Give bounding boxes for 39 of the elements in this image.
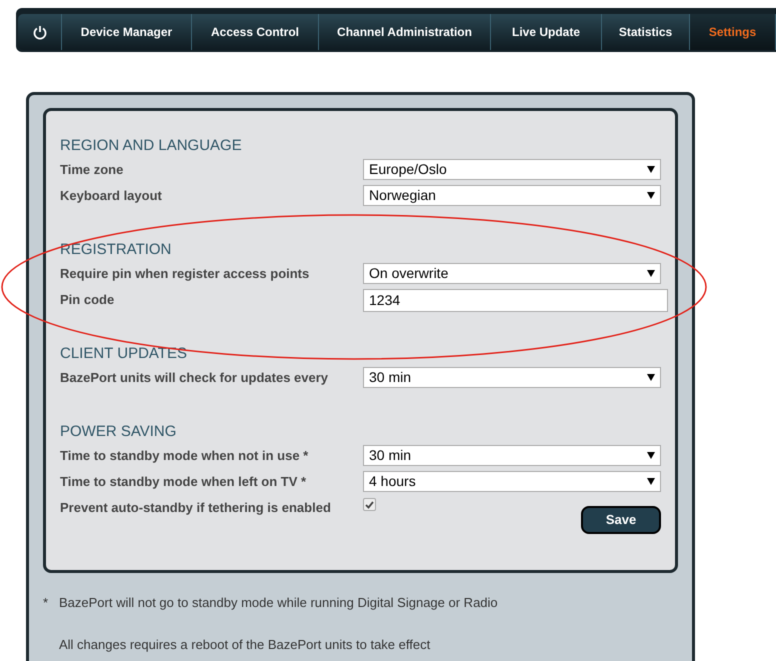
section-heading: REGISTRATION: [60, 240, 172, 260]
power-button[interactable]: [18, 14, 62, 50]
nav-tab[interactable]: Live Update: [491, 14, 602, 50]
caret-icon: [647, 270, 655, 277]
save-button[interactable]: Save: [581, 506, 661, 534]
field-label: Pin code: [60, 290, 116, 309]
nav-tab[interactable]: Settings: [690, 14, 776, 50]
dropdown[interactable]: Europe/Oslo: [363, 159, 661, 180]
field-label: Time zone: [60, 160, 124, 179]
nav-tab[interactable]: Statistics: [602, 14, 690, 50]
field-label: Keyboard layout: [60, 186, 163, 205]
footnote-text: BazePort will not go to standby mode while running Digital Signage or Radio: [59, 594, 498, 612]
caret-icon: [647, 166, 655, 173]
caret-icon: [647, 478, 655, 485]
dropdown[interactable]: On overwrite: [363, 263, 661, 284]
power-icon: [32, 24, 46, 40]
field-label: Require pin when register access points: [60, 264, 310, 283]
field-label: Time to standby mode when not in use *: [60, 446, 310, 465]
checkbox[interactable]: [363, 498, 376, 511]
nav-tab[interactable]: Access Control: [192, 14, 319, 50]
dropdown[interactable]: Norwegian: [363, 185, 661, 206]
checkmark-icon: [365, 500, 374, 508]
caret-icon: [647, 374, 655, 381]
dropdown[interactable]: 4 hours: [363, 471, 661, 492]
input-field[interactable]: 1234: [363, 289, 668, 312]
nav-tab[interactable]: Channel Administration: [319, 14, 491, 50]
dropdown[interactable]: 30 min: [363, 367, 661, 388]
footnote-text: All changes requires a reboot of the BazePort units to take effect: [59, 636, 430, 654]
section-heading: CLIENT UPDATES: [60, 344, 188, 364]
field-label: Prevent auto-standby if tethering is enabled: [60, 498, 332, 517]
dropdown[interactable]: 30 min: [363, 445, 661, 466]
section-heading: POWER SAVING: [60, 422, 178, 442]
nav-tab[interactable]: Device Manager: [62, 14, 192, 50]
field-label: Time to standby mode when left on TV *: [60, 472, 308, 491]
footnote-marker: *: [43, 594, 50, 612]
field-label: BazePort units will check for updates every: [60, 368, 330, 387]
caret-icon: [647, 452, 655, 459]
caret-icon: [647, 192, 655, 199]
section-heading: REGION AND LANGUAGE: [60, 136, 243, 156]
